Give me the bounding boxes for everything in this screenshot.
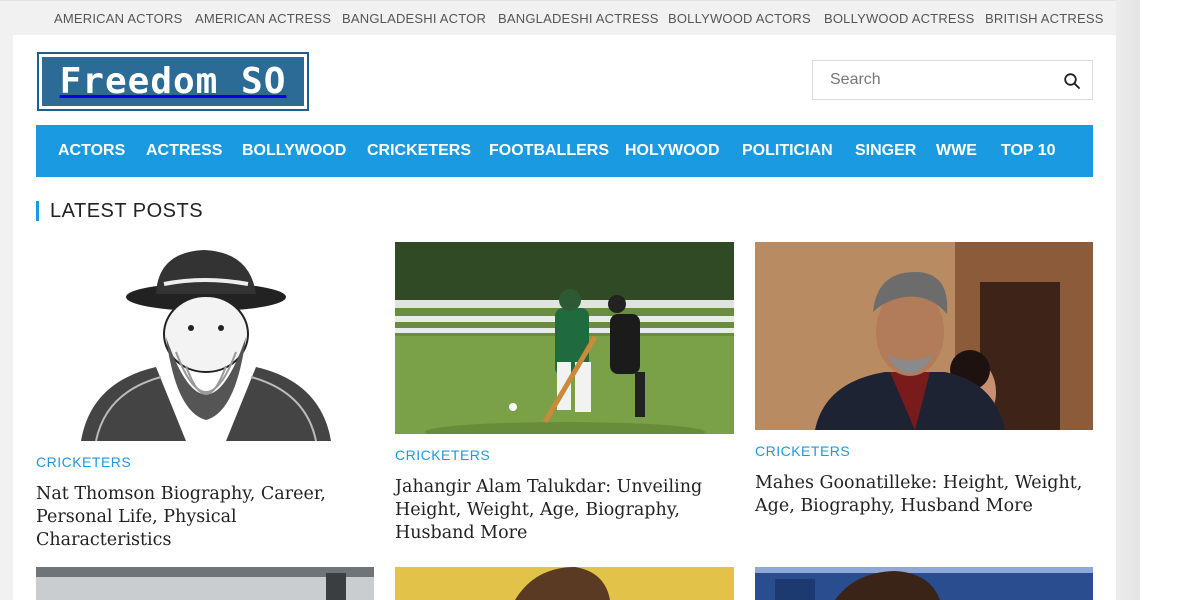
page-right-margin bbox=[1140, 0, 1200, 600]
topbar-link-british-actress[interactable]: BRITISH ACTRESS bbox=[985, 11, 1104, 26]
post-thumbnail[interactable] bbox=[36, 242, 374, 441]
nav-item-holywood[interactable]: HOLYWOOD bbox=[625, 142, 720, 160]
search-box bbox=[812, 60, 1093, 100]
post-category[interactable]: CRICKETERS bbox=[395, 447, 490, 463]
post-title[interactable]: Jahangir Alam Talukdar: Unveiling Height… bbox=[395, 476, 734, 545]
logo-box: Freedom SO bbox=[42, 57, 304, 106]
nav-item-footballers[interactable]: FOOTBALLERS bbox=[489, 142, 609, 160]
nav-item-politician[interactable]: POLITICIAN bbox=[742, 142, 833, 160]
search-icon[interactable] bbox=[1063, 72, 1081, 90]
post-title[interactable]: Nat Thomson Biography, Career, Personal … bbox=[36, 483, 374, 552]
page-edge-shadow bbox=[1116, 0, 1140, 600]
main-nav: ACTORS ACTRESS BOLLYWOOD CRICKETERS FOOT… bbox=[36, 125, 1093, 177]
post-thumbnail[interactable] bbox=[395, 242, 734, 434]
topbar-link-bangladeshi-actor[interactable]: BANGLADESHI ACTOR bbox=[342, 11, 486, 26]
topbar-link-american-actress[interactable]: AMERICAN ACTRESS bbox=[195, 11, 331, 26]
nav-item-wwe[interactable]: WWE bbox=[936, 142, 977, 160]
nav-item-actors[interactable]: ACTORS bbox=[58, 142, 125, 160]
stadium-photo-image bbox=[755, 567, 1093, 600]
top-category-bar: AMERICAN ACTORS AMERICAN ACTRESS BANGLAD… bbox=[0, 0, 1140, 34]
post-title[interactable]: Mahes Goonatilleke: Height, Weight, Age,… bbox=[755, 472, 1093, 518]
topbar-link-bollywood-actress[interactable]: BOLLYWOOD ACTRESS bbox=[824, 11, 975, 26]
search-input[interactable] bbox=[813, 61, 1053, 99]
nav-item-actress[interactable]: ACTRESS bbox=[146, 142, 222, 160]
post-thumbnail[interactable] bbox=[755, 242, 1093, 430]
logo-text: Freedom SO bbox=[59, 61, 287, 102]
post-card: CRICKETERS Jahangir Alam Talukdar: Unvei… bbox=[395, 242, 734, 562]
post-category[interactable]: CRICKETERS bbox=[36, 454, 131, 470]
nav-item-singer[interactable]: SINGER bbox=[855, 142, 916, 160]
topbar-link-bollywood-actors[interactable]: BOLLYWOOD ACTORS bbox=[668, 11, 811, 26]
topbar-link-bangladeshi-actress[interactable]: BANGLADESHI ACTRESS bbox=[498, 11, 659, 26]
main-container: Freedom SO ACTORS ACTRESS BOLLYWOOD CRIC… bbox=[13, 35, 1116, 600]
grayscale-photo-image bbox=[36, 567, 374, 600]
nav-item-top-10[interactable]: TOP 10 bbox=[1001, 142, 1056, 160]
post-card: CRICKETERS Nat Thomson Biography, Career… bbox=[36, 242, 374, 550]
post-thumbnail[interactable] bbox=[395, 567, 734, 600]
post-category[interactable]: CRICKETERS bbox=[755, 443, 850, 459]
portrait-photo-image bbox=[755, 242, 1093, 430]
nav-item-bollywood[interactable]: BOLLYWOOD bbox=[242, 142, 346, 160]
site-logo[interactable]: Freedom SO bbox=[37, 52, 309, 111]
portrait-sketch-image bbox=[36, 242, 374, 441]
cricket-practice-image bbox=[395, 242, 734, 434]
post-thumbnail[interactable] bbox=[755, 567, 1093, 600]
topbar-link-american-actors[interactable]: AMERICAN ACTORS bbox=[54, 11, 182, 26]
nav-item-cricketers[interactable]: CRICKETERS bbox=[367, 142, 471, 160]
yellow-background-photo-image bbox=[395, 567, 734, 600]
post-thumbnail[interactable] bbox=[36, 567, 374, 600]
section-title: LATEST POSTS bbox=[36, 201, 203, 221]
post-card: CRICKETERS Mahes Goonatilleke: Height, W… bbox=[755, 242, 1093, 542]
